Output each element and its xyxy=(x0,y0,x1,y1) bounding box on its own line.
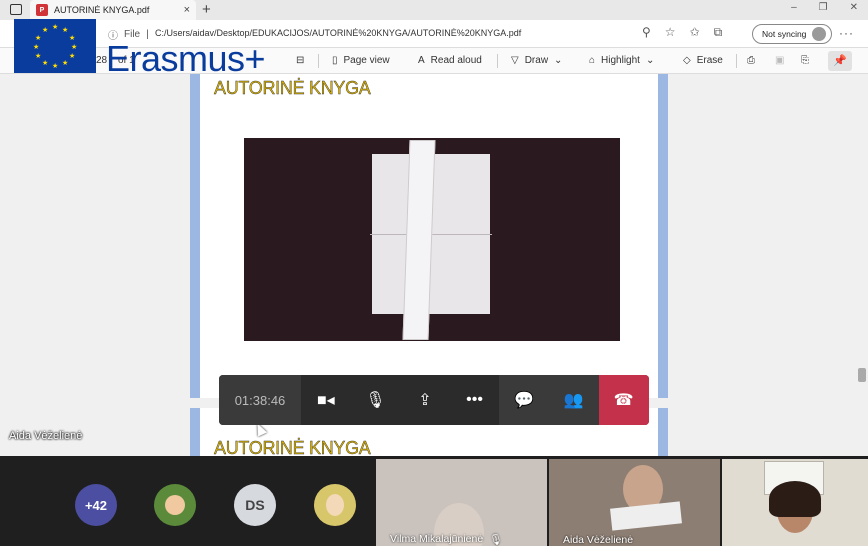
more-participants-badge[interactable]: +42 xyxy=(75,484,117,526)
mic-off-icon: 🎙 xyxy=(489,534,503,546)
scrollbar[interactable] xyxy=(856,74,868,456)
camera-button[interactable]: ■◂ xyxy=(301,375,351,425)
origami-photo xyxy=(244,138,620,341)
mic-off-icon: 🎙 xyxy=(365,392,386,409)
read-aloud-button[interactable]: A Read aloud xyxy=(418,55,482,66)
participants-button[interactable]: 👥 xyxy=(549,375,599,425)
pdf-page: AUTORINĖ KNYGA xyxy=(190,74,668,398)
draw-button[interactable]: ▽ Draw ⌄ xyxy=(511,55,562,66)
call-control-bar: 01:38:46 ■◂ 🎙 ⇪ ••• 💬 👥 ☎ xyxy=(219,375,649,425)
scroll-thumb[interactable] xyxy=(858,368,866,382)
maximize-button[interactable]: ❐ xyxy=(819,2,828,13)
pdf-file-icon: P xyxy=(36,4,48,16)
fit-page-icon[interactable]: ⊟ xyxy=(296,55,304,66)
participant-avatar[interactable] xyxy=(314,484,356,526)
more-actions-button[interactable]: ••• xyxy=(450,375,500,425)
participant-video[interactable] xyxy=(722,459,868,546)
window-controls: – ❐ ✕ xyxy=(791,2,858,13)
video-camera-icon: ■◂ xyxy=(316,392,335,409)
chevron-down-icon: ⌄ xyxy=(554,55,563,66)
video-name-label: Aida Vėželienė xyxy=(563,534,634,546)
phone-hangup-icon: ☎ xyxy=(613,392,634,409)
address-icons: ⚲ ☆ ✩ ⧉ xyxy=(642,25,722,40)
chat-icon: 💬 xyxy=(514,392,535,409)
favorites-icon[interactable]: ✩ xyxy=(690,25,700,40)
highlight-button[interactable]: ⌂ Highlight ⌄ xyxy=(589,55,654,66)
sync-button[interactable]: Not syncing xyxy=(752,24,832,44)
browser-tab-bar: P AUTORINĖ KNYGA.pdf × + – ❐ ✕ xyxy=(0,0,868,20)
chat-button[interactable]: 💬 xyxy=(499,375,549,425)
tab-close-button[interactable]: × xyxy=(184,4,190,16)
favorite-star-icon[interactable]: ☆ xyxy=(665,25,676,40)
call-timer: 01:38:46 xyxy=(219,375,301,425)
erasmus-logo-text: Erasmus+ xyxy=(106,38,266,79)
eu-flag-logo: ★ ★ ★ ★ ★ ★ ★ ★ ★ ★ ★ ★ xyxy=(14,19,96,73)
zoom-icon[interactable]: ⚲ xyxy=(642,25,651,40)
page-title: AUTORINĖ KNYGA xyxy=(214,78,371,98)
highlight-icon: ⌂ xyxy=(589,55,596,66)
tab-pdf[interactable]: P AUTORINĖ KNYGA.pdf × xyxy=(30,0,196,20)
video-name-label: Vilma Mikalajūnienė 🎙 xyxy=(390,533,503,546)
erase-button[interactable]: ◇ Erase xyxy=(683,55,723,66)
tab-actions-icon[interactable] xyxy=(10,4,22,15)
more-menu-button[interactable]: ··· xyxy=(839,26,854,40)
profile-avatar xyxy=(812,27,827,41)
participant-initials-avatar[interactable]: DS xyxy=(234,484,276,526)
pin-toolbar-icon[interactable]: 📌 xyxy=(828,51,852,71)
presenter-name: Aida Vėželienė xyxy=(9,430,83,442)
read-aloud-icon: A xyxy=(418,55,425,66)
save-icon[interactable]: ▣ xyxy=(775,55,784,66)
people-icon: 👥 xyxy=(563,392,584,409)
new-tab-button[interactable]: + xyxy=(202,1,211,18)
print-icon[interactable]: ⎙ xyxy=(747,55,755,66)
page-view-icon: ▯ xyxy=(332,55,338,66)
draw-icon: ▽ xyxy=(511,55,519,66)
share-screen-button[interactable]: ⇪ xyxy=(400,375,450,425)
chevron-down-icon: ⌄ xyxy=(645,55,655,66)
participant-video[interactable]: Aida Vėželienė xyxy=(549,459,720,546)
minimize-button[interactable]: – xyxy=(791,2,797,13)
participant-avatar[interactable] xyxy=(154,484,196,526)
participant-video[interactable]: Vilma Mikalajūnienė 🎙 xyxy=(376,459,547,546)
hang-up-button[interactable]: ☎ xyxy=(598,375,649,425)
eraser-icon: ◇ xyxy=(683,55,691,66)
url-field[interactable]: C:/Users/aidav/Desktop/EDUKACIJOS/AUTORI… xyxy=(155,28,521,38)
close-window-button[interactable]: ✕ xyxy=(850,2,858,13)
collections-icon[interactable]: ⧉ xyxy=(714,25,723,40)
share-icon: ⇪ xyxy=(418,392,432,409)
participant-strip: +42 DS Vilma Mikalajūnienė 🎙 Aida Vėželi… xyxy=(0,456,868,546)
mute-button[interactable]: 🎙 xyxy=(351,375,401,425)
page-view-button[interactable]: ▯ Page view xyxy=(332,55,390,66)
tab-title: AUTORINĖ KNYGA.pdf xyxy=(54,5,150,15)
paper-in-hands xyxy=(610,501,682,531)
save-as-icon[interactable]: ⎘ xyxy=(801,55,809,66)
sync-label: Not syncing xyxy=(762,29,807,39)
more-icon: ••• xyxy=(466,391,483,408)
